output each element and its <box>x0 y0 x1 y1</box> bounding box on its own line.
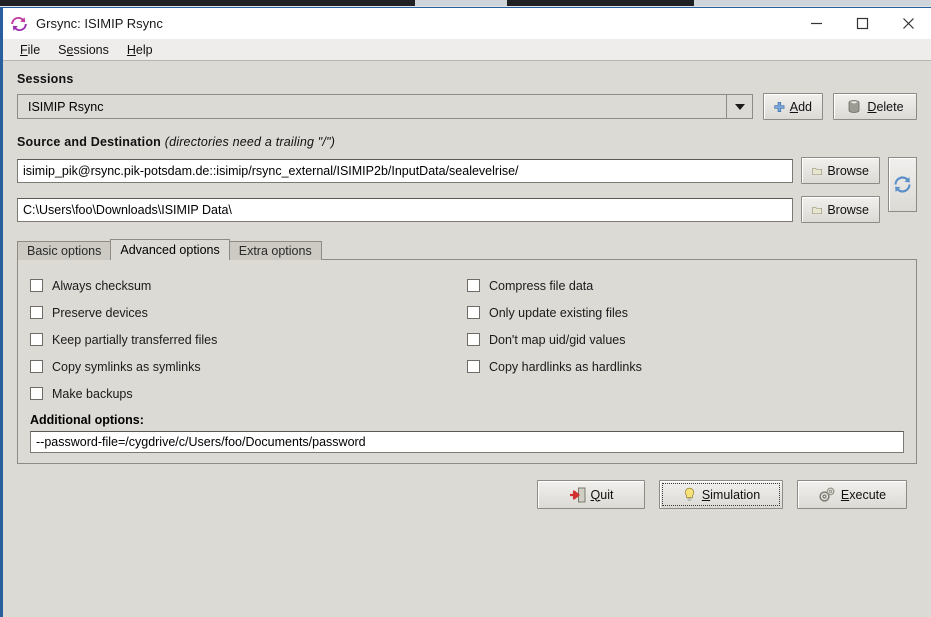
add-session-button[interactable]: Add <box>763 93 823 120</box>
window-title: Grsync: ISIMIP Rsync <box>36 16 163 31</box>
window-content: Sessions ISIMIP Rsync Add Delete Source … <box>3 72 931 509</box>
menu-sessions[interactable]: Sessions <box>49 41 118 59</box>
folder-icon <box>812 206 822 214</box>
advanced-options-left-column: Always checksum Preserve devices Keep pa… <box>30 272 467 407</box>
maximize-icon[interactable] <box>839 8 885 39</box>
menu-file[interactable]: File <box>11 41 49 59</box>
label-compress-file-data: Compress file data <box>489 278 594 293</box>
sessions-section-label: Sessions <box>17 72 74 86</box>
close-icon[interactable] <box>885 8 931 39</box>
checkbox-row-copy-symlinks[interactable]: Copy symlinks as symlinks <box>30 353 467 380</box>
label-make-backups: Make backups <box>52 386 133 401</box>
checkbox-row-keep-partial[interactable]: Keep partially transferred files <box>30 326 467 353</box>
checkbox-dont-map-uid-gid-values[interactable] <box>467 333 480 346</box>
source-dest-rows: isimip_pik@rsync.pik-potsdam.de::isimip/… <box>17 157 917 223</box>
simulation-label: imulation <box>710 487 761 502</box>
delete-session-label: elete <box>876 99 904 114</box>
tab-extra-options[interactable]: Extra options <box>228 241 322 260</box>
swap-source-destination-button[interactable] <box>888 157 917 212</box>
checkbox-compress-file-data[interactable] <box>467 279 480 292</box>
source-dest-title: Source and Destination <box>17 135 162 149</box>
browser-active-tab <box>415 0 507 6</box>
source-input[interactable]: isimip_pik@rsync.pik-potsdam.de::isimip/… <box>17 158 793 183</box>
tab-advanced-options[interactable]: Advanced options <box>110 239 230 260</box>
delete-session-button[interactable]: Delete <box>833 93 917 120</box>
checkbox-keep-partially-transferred-files[interactable] <box>30 333 43 346</box>
browser-tabstrip-empty <box>694 0 931 6</box>
checkbox-always-checksum[interactable] <box>30 279 43 292</box>
advanced-options-panel: Always checksum Preserve devices Keep pa… <box>17 259 917 464</box>
chevron-down-icon[interactable] <box>726 94 753 119</box>
simulation-button[interactable]: Simulation <box>659 480 783 509</box>
destination-browse-button[interactable]: Browse <box>801 196 880 223</box>
source-row: isimip_pik@rsync.pik-potsdam.de::isimip/… <box>17 157 880 184</box>
additional-options-label: Additional options: <box>30 413 144 427</box>
add-session-label: dd <box>798 99 812 114</box>
destination-browse-label: Browse <box>827 202 869 217</box>
session-combobox[interactable]: ISIMIP Rsync <box>17 94 753 119</box>
plus-icon <box>774 101 785 112</box>
minimize-icon[interactable] <box>793 8 839 39</box>
exit-door-icon <box>569 487 585 502</box>
sessions-row: ISIMIP Rsync Add Delete <box>17 93 917 120</box>
menu-sessions-label: ssions <box>73 42 109 57</box>
destination-input[interactable]: C:\Users\foo\Downloads\ISIMIP Data\ <box>17 197 793 222</box>
trash-icon <box>849 99 860 113</box>
source-dest-hint: (directories need a trailing "/") <box>164 135 336 149</box>
label-always-checksum: Always checksum <box>52 278 152 293</box>
menu-help-label: elp <box>135 42 153 57</box>
execute-button[interactable]: Execute <box>797 480 907 509</box>
quit-button[interactable]: Quit <box>537 480 645 509</box>
checkbox-row-always-checksum[interactable]: Always checksum <box>30 272 467 299</box>
lightbulb-icon <box>684 487 694 501</box>
label-only-update-existing-files: Only update existing files <box>489 305 628 320</box>
label-preserve-devices: Preserve devices <box>52 305 148 320</box>
checkbox-copy-hardlinks-as-hardlinks[interactable] <box>467 360 480 373</box>
execute-label: xecute <box>849 487 887 502</box>
checkbox-copy-symlinks-as-symlinks[interactable] <box>30 360 43 373</box>
checkbox-preserve-devices[interactable] <box>30 306 43 319</box>
browser-tabstrip-left <box>0 0 415 6</box>
action-button-bar: Quit Simulation Execute <box>17 480 917 509</box>
checkbox-row-dont-map-uid-gid[interactable]: Don't map uid/gid values <box>467 326 904 353</box>
checkbox-row-compress-file-data[interactable]: Compress file data <box>467 272 904 299</box>
folder-icon <box>812 167 822 175</box>
advanced-options-checkbox-grid: Always checksum Preserve devices Keep pa… <box>30 272 904 407</box>
browser-tabstrip-right <box>507 0 694 6</box>
label-dont-map-uid-gid-values: Don't map uid/gid values <box>489 332 626 347</box>
source-browse-label: Browse <box>827 163 869 178</box>
menubar: File Sessions Help <box>3 39 931 61</box>
menu-help[interactable]: Help <box>118 41 162 59</box>
session-combobox-value[interactable]: ISIMIP Rsync <box>17 94 726 119</box>
destination-row: C:\Users\foo\Downloads\ISIMIP Data\ Brow… <box>17 196 880 223</box>
grsync-window: Grsync: ISIMIP Rsync File Sessions Help … <box>0 7 931 617</box>
checkbox-row-copy-hardlinks[interactable]: Copy hardlinks as hardlinks <box>467 353 904 380</box>
advanced-options-right-column: Compress file data Only update existing … <box>467 272 904 407</box>
label-copy-symlinks-as-symlinks: Copy symlinks as symlinks <box>52 359 201 374</box>
swap-refresh-icon <box>894 176 911 193</box>
window-controls <box>793 8 931 39</box>
browser-chrome-sliver <box>0 0 931 7</box>
tab-basic-options[interactable]: Basic options <box>17 241 112 260</box>
source-dest-section-label: Source and Destination (directories need… <box>17 135 917 149</box>
checkbox-make-backups[interactable] <box>30 387 43 400</box>
checkbox-row-make-backups[interactable]: Make backups <box>30 380 467 407</box>
quit-label: uit <box>600 487 614 502</box>
gears-icon <box>819 487 835 502</box>
checkbox-row-only-update-existing[interactable]: Only update existing files <box>467 299 904 326</box>
additional-options-input[interactable]: --password-file=/cygdrive/c/Users/foo/Do… <box>30 431 904 453</box>
menu-file-label: ile <box>27 42 41 57</box>
checkbox-only-update-existing-files[interactable] <box>467 306 480 319</box>
checkbox-row-preserve-devices[interactable]: Preserve devices <box>30 299 467 326</box>
options-tabbar: Basic options Advanced options Extra opt… <box>17 239 917 260</box>
source-browse-button[interactable]: Browse <box>801 157 880 184</box>
label-copy-hardlinks-as-hardlinks: Copy hardlinks as hardlinks <box>489 359 642 374</box>
label-keep-partially-transferred-files: Keep partially transferred files <box>52 332 218 347</box>
titlebar: Grsync: ISIMIP Rsync <box>3 8 931 39</box>
grsync-circular-arrows-icon <box>10 15 28 33</box>
